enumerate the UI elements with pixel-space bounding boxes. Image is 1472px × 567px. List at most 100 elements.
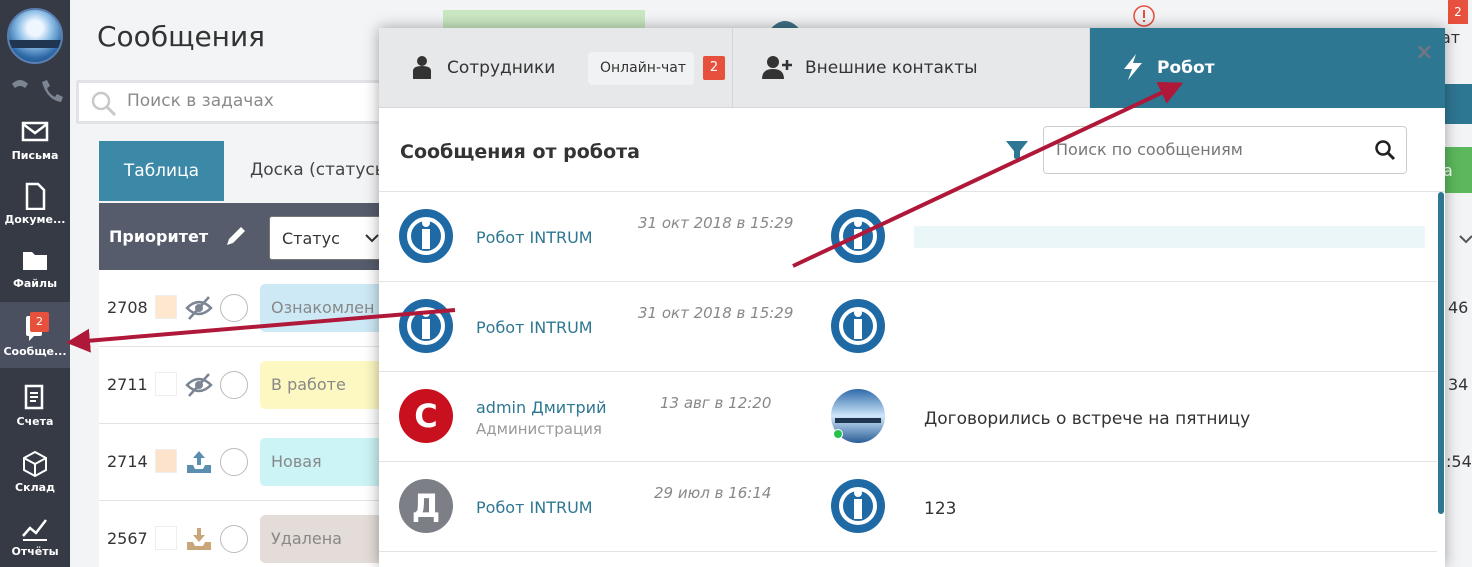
message-text[interactable]: Договорились о встрече на пятницу [924, 409, 1250, 429]
complete-checkbox[interactable] [220, 448, 248, 476]
inbox-icon[interactable] [185, 526, 213, 552]
phone-icon[interactable] [6, 76, 64, 106]
sender-name[interactable]: Робот INTRUM [476, 318, 593, 337]
tab-employees-label: Сотрудники [447, 58, 556, 78]
chevron-down-icon [365, 234, 379, 243]
priority-color-box [155, 295, 177, 319]
tab-table-view[interactable]: Таблица [99, 141, 224, 201]
contacts-icon [762, 56, 792, 79]
sidebar-item-reports[interactable]: Отчёты [0, 514, 70, 567]
warehouse-icon [23, 450, 47, 478]
search-icon[interactable] [1374, 139, 1396, 161]
page-title: Сообщения [97, 20, 266, 53]
robot-avatar-icon[interactable] [831, 209, 885, 263]
task-id[interactable]: 2567 [107, 529, 148, 548]
messages-scrollbar[interactable] [1438, 192, 1444, 514]
online-chat-badge: 2 [703, 56, 725, 80]
blue-action-button[interactable] [1441, 84, 1472, 124]
chart-icon [22, 519, 47, 541]
priority-color-box [155, 372, 177, 396]
task-search-box[interactable] [76, 80, 396, 124]
robot-avatar-icon[interactable] [399, 209, 453, 263]
status-filter-select[interactable]: Статус [269, 216, 389, 260]
messages-header: Сообщения от робота [379, 108, 1445, 192]
company-logo[interactable] [7, 8, 63, 64]
hidden-eye-icon[interactable] [185, 295, 213, 321]
robot-avatar-icon[interactable] [399, 299, 453, 353]
sidebar-item-invoices[interactable]: Счета [0, 384, 70, 448]
priority-color-box [155, 449, 177, 473]
sender-avatar[interactable]: С [399, 389, 453, 443]
tab-robot-label: Робот [1157, 58, 1215, 78]
message-row[interactable]: Д Робот INTRUM 29 июл в 16:14 123 [379, 462, 1437, 552]
tab-employees[interactable]: Сотрудники Онлайн-чат 2 [379, 28, 733, 108]
outbox-icon[interactable] [185, 449, 213, 475]
message-row[interactable]: Робот INTRUM 31 окт 2018 в 15:29 [379, 282, 1437, 372]
online-status-dot [833, 429, 843, 439]
hidden-eye-icon[interactable] [185, 372, 213, 398]
status-badge[interactable]: В работе [260, 361, 390, 409]
messages-modal: Сотрудники Онлайн-чат 2 Внешние контакты… [379, 28, 1445, 567]
tab-board-view[interactable]: Доска (статусы) [250, 160, 395, 180]
message-row[interactable]: Робот INTRUM 31 окт 2018 в 15:29 [379, 192, 1437, 282]
complete-checkbox[interactable] [220, 371, 248, 399]
task-id[interactable]: 2711 [107, 375, 148, 394]
sender-avatar[interactable]: Д [399, 479, 453, 533]
task-id[interactable]: 2708 [107, 298, 148, 317]
chevron-down-icon[interactable] [1458, 232, 1472, 246]
priority-column-header[interactable]: Приоритет [109, 227, 208, 246]
robot-avatar-icon[interactable] [831, 299, 885, 353]
tab-external-contacts[interactable]: Внешние контакты [734, 28, 1090, 108]
message-date: 13 авг в 12:20 [660, 394, 772, 412]
sidebar-item-messages[interactable]: 2 Сообще... [0, 302, 70, 368]
sidebar-item-label: Сообще... [3, 345, 67, 358]
notification-badge: 2 [1448, 0, 1468, 24]
envelope-icon [21, 121, 49, 142]
task-id[interactable]: 2714 [107, 452, 148, 471]
sidebar-item-warehouse[interactable]: Склад [0, 450, 70, 514]
table-row[interactable]: 2708 Ознакомлен [99, 270, 390, 347]
message-search-box[interactable] [1043, 126, 1407, 174]
tab-robot[interactable]: Робот [1090, 28, 1445, 108]
message-row[interactable]: Сadmin Дмитрий Администрация 13 авг в 12:2… [379, 372, 1437, 462]
pencil-icon[interactable] [223, 225, 249, 249]
invoice-icon [24, 384, 44, 410]
filter-icon[interactable] [1004, 138, 1030, 164]
table-row[interactable]: 2711 В работе [99, 347, 390, 424]
lightning-icon [1124, 54, 1142, 80]
sidebar-item-label: Докуме... [4, 213, 66, 226]
sidebar-item-files[interactable]: Файлы [0, 246, 70, 310]
modal-tab-bar: Сотрудники Онлайн-чат 2 Внешние контакты… [379, 28, 1445, 108]
close-icon[interactable]: × [1415, 40, 1433, 65]
message-preview-bar[interactable] [914, 226, 1425, 248]
status-badge[interactable]: Новая [260, 438, 390, 486]
sender-name[interactable]: Робот INTRUM [476, 498, 593, 517]
status-badge[interactable]: Удалена [260, 515, 390, 563]
sender-name[interactable]: Робот INTRUM [476, 228, 593, 247]
left-sidebar: Письма Докуме... Файлы 2 Сообще... Счета… [0, 0, 70, 567]
top-toolbar-button[interactable] [443, 10, 645, 30]
sidebar-item-label: Файлы [12, 277, 58, 290]
sidebar-item-mail[interactable]: Письма [0, 118, 70, 182]
task-search-input[interactable] [127, 91, 387, 111]
sender-name[interactable]: admin Дмитрий [476, 398, 606, 417]
messages-header-title: Сообщения от робота [400, 141, 640, 163]
status-filter-value: Статус [282, 229, 340, 248]
complete-checkbox[interactable] [220, 294, 248, 322]
online-chat-button[interactable]: Онлайн-чат [588, 52, 694, 85]
search-icon [91, 91, 117, 117]
status-badge[interactable]: Ознакомлен [260, 284, 390, 332]
sidebar-item-documents[interactable]: Докуме... [0, 182, 70, 246]
message-text[interactable]: 123 [924, 499, 956, 519]
table-row[interactable]: 2567 Удалена [99, 501, 390, 567]
priority-color-box [155, 526, 177, 550]
message-search-input[interactable] [1056, 140, 1356, 159]
table-row[interactable]: 2714 Новая [99, 424, 390, 501]
employee-icon [413, 56, 431, 79]
green-action-button[interactable]: а [1441, 147, 1472, 193]
complete-checkbox[interactable] [220, 525, 248, 553]
message-date: 29 июл в 16:14 [654, 484, 772, 502]
alert-icon [1133, 5, 1155, 27]
robot-avatar-icon[interactable] [831, 479, 885, 533]
row-time-fragment: 46 [1448, 298, 1469, 317]
